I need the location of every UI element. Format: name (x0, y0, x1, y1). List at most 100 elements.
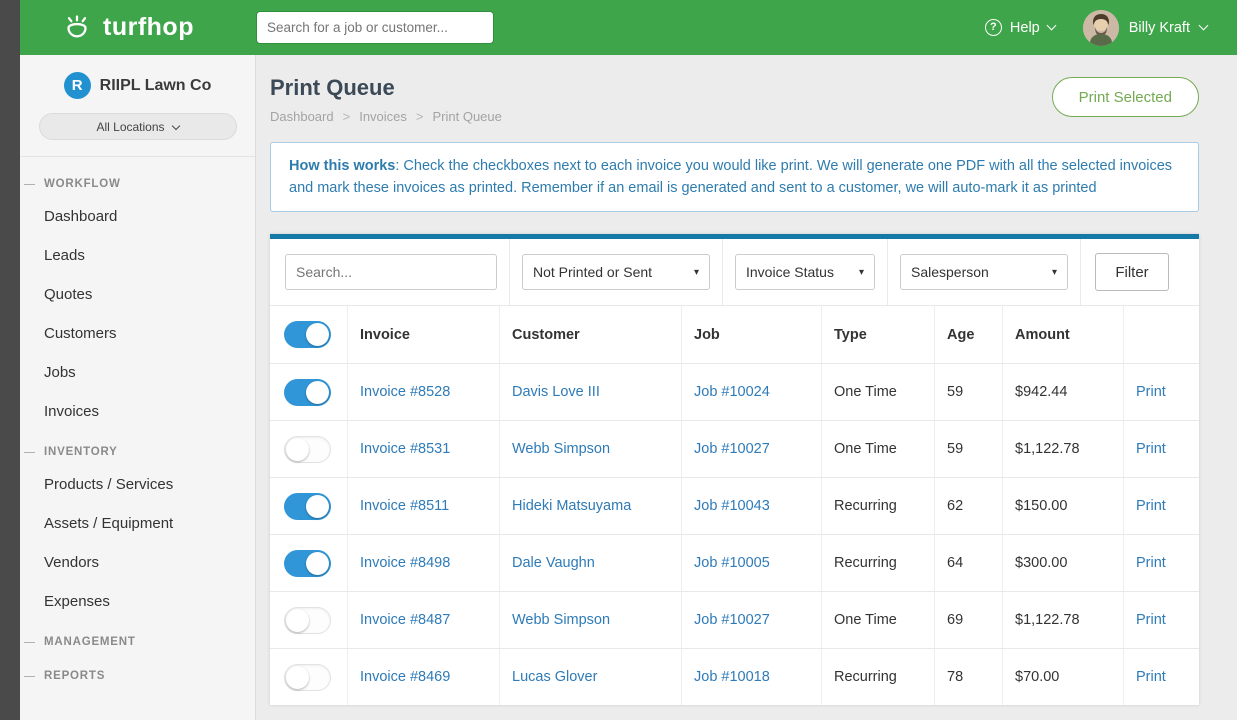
sidebar-item-jobs[interactable]: Jobs (20, 353, 255, 392)
brand-logo[interactable]: turfhop (20, 8, 256, 47)
row-select-toggle[interactable] (284, 379, 331, 406)
caret-down-icon: ▾ (859, 267, 864, 278)
type-cell: Recurring (822, 535, 935, 591)
breadcrumb-dashboard[interactable]: Dashboard (270, 109, 334, 124)
invoice-link[interactable]: Invoice #8487 (360, 612, 450, 628)
nav-section-workflow: WORKFLOW (20, 163, 255, 197)
salesperson-select[interactable]: Salesperson ▾ (900, 254, 1068, 290)
sidebar-item-products-services[interactable]: Products / Services (20, 465, 255, 504)
print-link[interactable]: Print (1136, 498, 1166, 514)
table-row: Invoice #8469 Lucas Glover Job #10018 Re… (270, 648, 1199, 705)
page-title: Print Queue (270, 75, 502, 101)
toggle-knob (306, 495, 329, 518)
nav-section-label: REPORTS (44, 670, 105, 682)
print-link[interactable]: Print (1136, 441, 1166, 457)
user-name: Billy Kraft (1129, 20, 1190, 36)
sidebar-item-expenses[interactable]: Expenses (20, 582, 255, 621)
caret-down-icon: ▾ (694, 267, 699, 278)
customer-link[interactable]: Webb Simpson (512, 441, 610, 457)
print-selected-button[interactable]: Print Selected (1052, 77, 1199, 117)
invoice-link[interactable]: Invoice #8498 (360, 555, 450, 571)
global-search-input[interactable] (256, 11, 494, 44)
print-link[interactable]: Print (1136, 384, 1166, 400)
caret-down-icon: ▾ (1052, 267, 1057, 278)
row-select-toggle[interactable] (284, 436, 331, 463)
customer-link[interactable]: Hideki Matsuyama (512, 498, 631, 514)
column-header-job: Job (682, 306, 822, 363)
breadcrumb-separator: > (416, 109, 424, 124)
amount-cell: $70.00 (1003, 649, 1124, 705)
toggle-knob (306, 381, 329, 404)
sidebar-item-invoices[interactable]: Invoices (20, 392, 255, 431)
invoice-link[interactable]: Invoice #8528 (360, 384, 450, 400)
chevron-down-icon (1046, 21, 1056, 31)
breadcrumb-invoices[interactable]: Invoices (359, 109, 407, 124)
avatar (1083, 10, 1119, 46)
top-navbar: turfhop ? Help Billy Kraft (20, 0, 1237, 55)
toggle-knob (286, 666, 309, 689)
filter-row: Not Printed or Sent ▾ Invoice Status ▾ S… (270, 239, 1199, 305)
help-label: Help (1010, 20, 1040, 36)
printed-filter-value: Not Printed or Sent (533, 264, 652, 280)
select-all-toggle[interactable] (284, 321, 331, 348)
customer-link[interactable]: Webb Simpson (512, 612, 610, 628)
customer-link[interactable]: Davis Love III (512, 384, 600, 400)
table-search-input[interactable] (285, 254, 497, 290)
table-row: Invoice #8487 Webb Simpson Job #10027 On… (270, 591, 1199, 648)
turfhop-logo-icon (60, 8, 94, 47)
job-link[interactable]: Job #10024 (694, 384, 770, 400)
sidebar-item-quotes[interactable]: Quotes (20, 275, 255, 314)
sidebar-item-leads[interactable]: Leads (20, 236, 255, 275)
chevron-down-icon (171, 121, 179, 129)
age-cell: 64 (935, 535, 1003, 591)
print-link[interactable]: Print (1136, 669, 1166, 685)
invoice-link[interactable]: Invoice #8531 (360, 441, 450, 457)
column-header-invoice: Invoice (348, 306, 500, 363)
main-content: Print Queue Dashboard > Invoices > Print… (256, 55, 1237, 720)
type-cell: One Time (822, 421, 935, 477)
filter-button[interactable]: Filter (1095, 253, 1169, 291)
row-select-toggle[interactable] (284, 607, 331, 634)
breadcrumb-separator: > (343, 109, 351, 124)
location-selector[interactable]: All Locations (39, 113, 237, 140)
brand-name: turfhop (103, 13, 194, 42)
amount-cell: $150.00 (1003, 478, 1124, 534)
section-dash-icon (24, 642, 35, 643)
job-link[interactable]: Job #10027 (694, 612, 770, 628)
job-link[interactable]: Job #10027 (694, 441, 770, 457)
job-link[interactable]: Job #10043 (694, 498, 770, 514)
table-row: Invoice #8511 Hideki Matsuyama Job #1004… (270, 477, 1199, 534)
sidebar-item-assets-equipment[interactable]: Assets / Equipment (20, 504, 255, 543)
section-dash-icon (24, 452, 35, 453)
help-menu[interactable]: ? Help (985, 19, 1055, 36)
job-link[interactable]: Job #10018 (694, 669, 770, 685)
row-select-toggle[interactable] (284, 550, 331, 577)
row-select-toggle[interactable] (284, 493, 331, 520)
invoice-link[interactable]: Invoice #8511 (360, 498, 449, 514)
sidebar-item-vendors[interactable]: Vendors (20, 543, 255, 582)
row-select-toggle[interactable] (284, 664, 331, 691)
age-cell: 69 (935, 592, 1003, 648)
sidebar-item-customers[interactable]: Customers (20, 314, 255, 353)
invoice-table-body: Invoice #8528 Davis Love III Job #10024 … (270, 363, 1199, 705)
sidebar-item-dashboard[interactable]: Dashboard (20, 197, 255, 236)
toggle-knob (286, 609, 309, 632)
table-row: Invoice #8528 Davis Love III Job #10024 … (270, 363, 1199, 420)
column-header-type: Type (822, 306, 935, 363)
company-avatar: R (64, 72, 91, 99)
info-banner-body: : Check the checkboxes next to each invo… (289, 158, 1172, 196)
customer-link[interactable]: Lucas Glover (512, 669, 597, 685)
print-link[interactable]: Print (1136, 612, 1166, 628)
filter-card: Not Printed or Sent ▾ Invoice Status ▾ S… (270, 234, 1199, 705)
type-cell: One Time (822, 592, 935, 648)
printed-filter-select[interactable]: Not Printed or Sent ▾ (522, 254, 710, 290)
print-link[interactable]: Print (1136, 555, 1166, 571)
age-cell: 78 (935, 649, 1003, 705)
column-header-actions (1124, 306, 1199, 363)
customer-link[interactable]: Dale Vaughn (512, 555, 595, 571)
invoice-link[interactable]: Invoice #8469 (360, 669, 450, 685)
invoice-status-select[interactable]: Invoice Status ▾ (735, 254, 875, 290)
user-menu[interactable]: Billy Kraft (1083, 10, 1207, 46)
company-header: R RIIPL Lawn Co All Locations (20, 55, 255, 157)
job-link[interactable]: Job #10005 (694, 555, 770, 571)
